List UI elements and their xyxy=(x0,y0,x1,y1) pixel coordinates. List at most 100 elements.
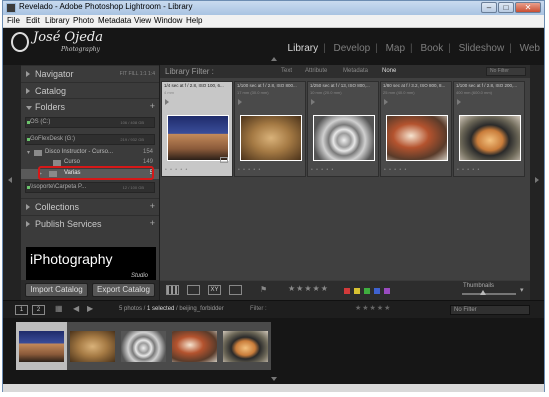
add-publish-icon[interactable]: + xyxy=(150,218,155,228)
thumbnail-image xyxy=(172,331,217,362)
menu-help[interactable]: Help xyxy=(186,16,202,25)
add-collection-icon[interactable]: + xyxy=(150,201,155,211)
publish-panel-header[interactable]: Publish Services + xyxy=(21,215,159,233)
module-book[interactable]: Book xyxy=(420,43,443,54)
photo-cell[interactable]: 1/100 sec at f / 2.8, ISO 200,... 400 mm… xyxy=(453,81,525,177)
expand-triangle-icon xyxy=(26,221,30,227)
back-arrow-icon[interactable]: ◀ xyxy=(73,304,79,313)
zoom-1-1[interactable]: 1:1 xyxy=(140,71,147,77)
flag-icon[interactable] xyxy=(311,99,315,105)
menu-photo[interactable]: Photo xyxy=(73,16,94,25)
flag-icon[interactable] xyxy=(384,99,388,105)
grid-view-icon[interactable] xyxy=(166,285,179,295)
secondary-window-2-button[interactable]: 2 xyxy=(32,305,45,315)
flag-icon[interactable]: ⚑ xyxy=(260,285,267,294)
left-panel-edge[interactable] xyxy=(3,65,21,300)
collections-panel-header[interactable]: Collections + xyxy=(21,198,159,216)
volume-size: 12 / 100 GB xyxy=(122,185,144,190)
right-panel-edge[interactable] xyxy=(530,65,544,300)
expand-triangle-icon xyxy=(26,204,30,210)
rating-dots[interactable]: • • • • • xyxy=(311,167,334,173)
maximize-button[interactable]: □ xyxy=(498,2,514,13)
volume-goflexdesk[interactable]: GoFlexDesk (G:) 219 / 932 GB xyxy=(25,134,155,145)
flag-icon[interactable] xyxy=(457,99,461,105)
thumbnail-image xyxy=(387,116,447,160)
rating-dots[interactable]: • • • • • xyxy=(165,167,188,173)
rating-dots[interactable]: • • • • • xyxy=(384,167,407,173)
navigator-panel-header[interactable]: Navigator FIT FILL 1:1 1:4 xyxy=(21,65,159,83)
filmstrip-thumb[interactable] xyxy=(118,322,169,370)
filmstrip-source-info[interactable]: 5 photos / 1 selected / beijing_forbidde… xyxy=(119,306,224,312)
thumbnail-size-slider[interactable] xyxy=(462,293,516,295)
export-catalog-button[interactable]: Export Catalog xyxy=(92,283,155,297)
rating-dots[interactable]: • • • • • xyxy=(238,167,261,173)
photo-thumbnail[interactable] xyxy=(313,115,375,161)
photo-cell[interactable]: 1/250 sec at f / 13, ISO 800,... 10 mm (… xyxy=(307,81,379,177)
zoom-fill[interactable]: FILL xyxy=(128,71,138,77)
photo-meta-sub: 4 mm xyxy=(164,90,174,95)
menu-bar: File Edit Library Photo Metadata View Wi… xyxy=(3,15,544,28)
menu-library[interactable]: Library xyxy=(45,16,69,25)
collapse-top-arrow-icon[interactable] xyxy=(271,57,277,61)
filmstrip-thumb[interactable] xyxy=(220,322,271,370)
volume-os-c[interactable]: OS (C:) 106 / 408 GB xyxy=(25,117,155,128)
menu-metadata[interactable]: Metadata xyxy=(98,16,131,25)
menu-window[interactable]: Window xyxy=(154,16,182,25)
filter-tab-metadata[interactable]: Metadata xyxy=(343,68,368,74)
filmstrip-filter-select[interactable]: No Filter xyxy=(450,305,530,315)
photo-cell[interactable]: 1/80 sec at f / 3.2, ISO 800, 8... 25 mm… xyxy=(380,81,452,177)
zoom-1-4[interactable]: 1:4 xyxy=(148,71,155,77)
color-label-red[interactable] xyxy=(344,288,350,294)
photo-meta: 1/250 sec at f / 13, ISO 800,... xyxy=(310,83,370,88)
menu-file[interactable]: File xyxy=(7,16,20,25)
slider-knob[interactable] xyxy=(480,290,486,295)
filter-tab-none[interactable]: None xyxy=(382,68,396,74)
color-label-blue[interactable] xyxy=(374,288,380,294)
grid-icon[interactable]: ▦ xyxy=(55,304,63,313)
zoom-fit[interactable]: FIT xyxy=(120,71,127,77)
module-map[interactable]: Map xyxy=(386,43,405,54)
minimize-button[interactable]: – xyxy=(481,2,497,13)
rating-dots[interactable]: • • • • • xyxy=(457,167,480,173)
toolbar-menu-chevron-icon[interactable]: ▾ xyxy=(520,286,524,294)
volume-soporte[interactable]: \\soporte\Carpeta P... 12 / 100 GB xyxy=(25,182,155,193)
import-catalog-button[interactable]: Import Catalog xyxy=(25,283,88,297)
photo-cell[interactable]: 1/4 sec at f / 2.8, ISO 100, 6... 4 mm •… xyxy=(161,81,233,177)
lightroom-app-icon xyxy=(6,3,16,13)
close-button[interactable]: ✕ xyxy=(515,2,541,13)
photo-thumbnail[interactable] xyxy=(240,115,302,161)
menu-edit[interactable]: Edit xyxy=(26,16,40,25)
secondary-window-1-button[interactable]: 1 xyxy=(15,305,28,315)
module-web[interactable]: Web xyxy=(520,43,540,54)
filter-preset-select[interactable]: No Filter xyxy=(486,67,526,76)
folder-disco-instructor[interactable]: ▾ Disco Instructor - Curso... 154 xyxy=(21,148,159,158)
module-library[interactable]: Library xyxy=(288,43,319,54)
module-develop[interactable]: Develop xyxy=(334,43,371,54)
photo-thumbnail[interactable] xyxy=(386,115,448,161)
photo-meta-sub: 17 mm (30.0 mm) xyxy=(237,90,269,95)
menu-view[interactable]: View xyxy=(134,16,151,25)
color-label-purple[interactable] xyxy=(384,288,390,294)
module-slideshow[interactable]: Slideshow xyxy=(459,43,505,54)
forward-arrow-icon[interactable]: ▶ xyxy=(87,304,93,313)
filter-tab-text[interactable]: Text xyxy=(281,68,292,74)
photo-thumbnail[interactable] xyxy=(459,115,521,161)
color-label-yellow[interactable] xyxy=(354,288,360,294)
filmstrip-thumb[interactable] xyxy=(169,322,220,370)
survey-view-icon[interactable] xyxy=(229,285,242,295)
add-folder-icon[interactable]: + xyxy=(150,101,155,111)
flag-icon[interactable] xyxy=(238,99,242,105)
photo-thumbnail[interactable] xyxy=(167,115,229,161)
photo-cell[interactable]: 1/100 sec at f / 2.8, ISO 800... 17 mm (… xyxy=(234,81,306,177)
loupe-view-icon[interactable] xyxy=(187,285,200,295)
flag-icon[interactable] xyxy=(165,99,169,105)
star-rating[interactable]: ★★★★★ xyxy=(288,284,329,293)
folders-panel-header[interactable]: Folders + xyxy=(21,98,159,116)
filmstrip-bottom-edge[interactable] xyxy=(3,373,544,384)
filter-tab-attribute[interactable]: Attribute xyxy=(305,68,327,74)
compare-view-icon[interactable]: XY xyxy=(208,285,221,295)
filmstrip-thumb[interactable] xyxy=(67,322,118,370)
filmstrip-thumb[interactable] xyxy=(16,322,67,370)
filmstrip-star-filter[interactable]: ★★★★★ xyxy=(355,304,391,312)
color-label-green[interactable] xyxy=(364,288,370,294)
